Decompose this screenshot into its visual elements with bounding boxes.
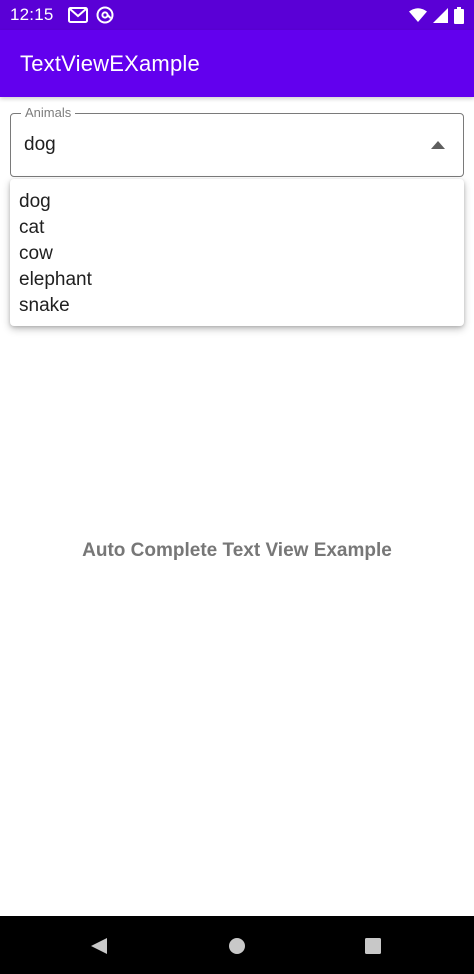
back-icon[interactable] (89, 936, 109, 956)
dropdown-item-cow[interactable]: cow (10, 241, 464, 267)
dropdown-item-cat[interactable]: cat (10, 215, 464, 241)
status-bar: 12:15 (0, 0, 474, 30)
dropdown-item-elephant[interactable]: elephant (10, 267, 464, 293)
animals-field-input[interactable]: dog (24, 134, 56, 156)
dropdown-item-snake[interactable]: snake (10, 293, 464, 319)
at-sign-icon (96, 6, 114, 24)
recents-icon[interactable] (363, 936, 383, 956)
status-notification-icons (67, 6, 114, 24)
cellular-signal-icon (433, 7, 448, 23)
battery-icon (454, 6, 464, 24)
animals-field-label: Animals (21, 105, 76, 121)
page-caption: Auto Complete Text View Example (82, 540, 392, 561)
dropdown-item-dog[interactable]: dog (10, 189, 464, 215)
status-time: 12:15 (10, 5, 54, 24)
screen: 12:15 TextViewEXample Animals dog dog ca… (0, 0, 474, 974)
dropdown-popup: dog cat cow elephant snake (10, 179, 464, 326)
app-bar: TextViewEXample (0, 30, 474, 97)
animals-field[interactable]: Animals dog (10, 105, 464, 177)
gmail-icon (67, 7, 88, 23)
wifi-icon (409, 8, 427, 22)
status-system-icons (409, 6, 464, 24)
navigation-bar (0, 916, 474, 974)
arrow-drop-up-icon[interactable] (431, 140, 445, 150)
home-icon[interactable] (227, 936, 247, 956)
app-title: TextViewEXample (20, 50, 200, 76)
